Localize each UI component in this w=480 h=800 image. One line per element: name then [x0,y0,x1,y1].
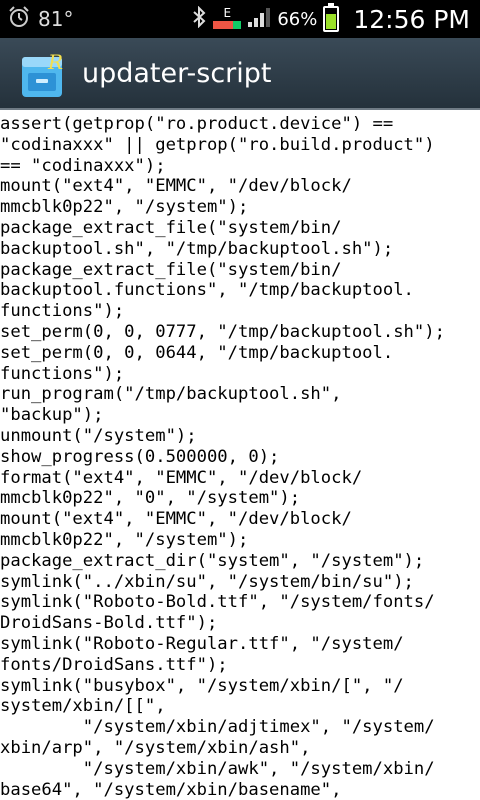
code-line: DroidSans-Bold.ttf"); [0,613,218,634]
code-line: format("ext4", "EMMC", "/dev/block/ [0,467,363,488]
code-line: base64", "/system/xbin/basename", [0,779,342,800]
code-line: == "codinaxxx"); [0,155,166,176]
status-right: E 66% 12:56 PM [191,0,470,38]
code-line: functions"); [0,301,125,322]
code-line: symlink("Roboto-Bold.ttf", "/system/font… [0,592,435,613]
temperature-text: 81° [38,7,74,31]
folder-cabinet-icon[interactable]: R [18,49,70,99]
alarm-clock-icon [8,6,30,32]
app-action-bar: R updater-script [0,38,480,110]
code-line: mmcblk0p22", "0", "/system"); [0,488,301,509]
clock-time-text: 12:56 PM [353,4,470,34]
code-line: system/xbin/[[", [0,696,166,717]
code-line: assert(getprop("ro.product.device") == [0,114,394,134]
app-title: updater-script [82,58,272,89]
code-line: show_progress(0.500000, 0); [0,446,280,467]
network-type-text: E [223,6,232,20]
code-line: run_program("/tmp/backuptool.sh", [0,384,342,405]
code-line: symlink("Roboto-Regular.ttf", "/system/ [0,633,404,654]
signal-strength-icon [247,6,271,32]
code-line: "/system/xbin/awk", "/system/xbin/ [0,758,435,779]
code-line: package_extract_file("system/bin/ [0,217,342,238]
battery-icon [323,3,340,32]
code-line: symlink("../xbin/su", "/system/bin/su"); [0,571,414,592]
code-line: functions"); [0,363,125,384]
code-line: set_perm(0, 0, 0777, "/tmp/backuptool.sh… [0,321,445,342]
status-bar: 81° E 66% 12:56 PM [0,0,480,38]
file-content-view[interactable]: assert(getprop("ro.product.device") == "c… [0,110,480,800]
code-line: backuptool.functions", "/tmp/backuptool. [0,280,414,301]
code-line: fonts/DroidSans.ttf"); [0,654,228,675]
code-line: backuptool.sh", "/tmp/backuptool.sh"); [0,238,394,259]
code-line: "backup"); [0,405,104,426]
code-line: "codinaxxx" || getprop("ro.build.product… [0,134,435,155]
svg-text:R: R [47,50,63,74]
code-line: package_extract_file("system/bin/ [0,259,342,280]
code-line: mount("ext4", "EMMC", "/dev/block/ [0,509,352,530]
bluetooth-icon [191,5,207,32]
code-line: mmcblk0p22", "/system"); [0,197,249,218]
code-line: xbin/arp", "/system/xbin/ash", [0,737,311,758]
code-line: symlink("busybox", "/system/xbin/[", "/ [0,675,404,696]
network-type-icon: E [213,6,242,31]
battery-percent-text: 66% [277,8,318,30]
code-line: "/system/xbin/adjtimex", "/system/ [0,717,435,738]
code-line: package_extract_dir("system", "/system")… [0,550,425,571]
code-line: mount("ext4", "EMMC", "/dev/block/ [0,176,352,197]
code-line: unmount("/system"); [0,425,197,446]
code-line: set_perm(0, 0, 0644, "/tmp/backuptool. [0,342,394,363]
status-left: 81° [8,0,73,38]
code-line: mmcblk0p22", "/system"); [0,529,249,550]
